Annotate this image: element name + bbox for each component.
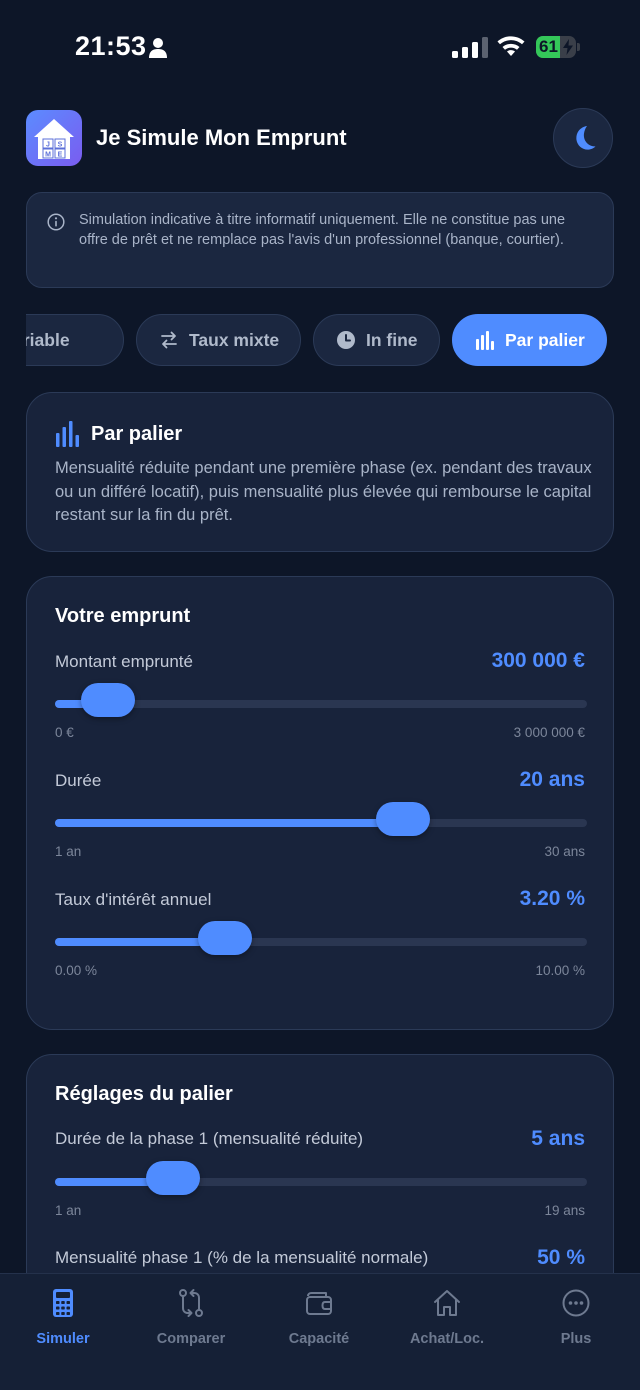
duration-slider-thumb[interactable]	[376, 802, 431, 836]
phase1-duration-label: Durée de la phase 1 (mensualité réduite)	[55, 1129, 364, 1148]
logo-letter: J	[46, 142, 50, 149]
nav-capacite[interactable]: Capacité	[264, 1288, 374, 1347]
tab-taux-mixte[interactable]: Taux mixte	[136, 314, 301, 366]
house-logo-icon: J S M E	[34, 119, 74, 159]
nav-achat-loc[interactable]: Achat/Loc.	[392, 1288, 502, 1347]
app-screen: 21:53 61 J S M E Je Simule Mon Emprunt S…	[0, 0, 640, 1390]
disclaimer-text: Simulation indicative à titre informatif…	[79, 212, 566, 248]
tab-label: In fine	[366, 329, 418, 350]
status-bar: 21:53 61	[0, 0, 640, 96]
tab-taux-variable[interactable]: Taux variable	[26, 314, 124, 366]
rate-label: Taux d'intérêt annuel	[55, 890, 212, 909]
tab-par-palier[interactable]: Par palier	[452, 314, 607, 366]
info-icon	[47, 213, 65, 231]
amount-max: 3 000 000 €	[513, 725, 585, 740]
phase1-duration-slider[interactable]	[55, 1161, 587, 1195]
rate-min: 0.00 %	[55, 963, 98, 978]
nav-simuler[interactable]: Simuler	[8, 1288, 118, 1347]
phase1-duration-min: 1 an	[55, 1203, 82, 1218]
duration-value: 20 ans	[519, 768, 585, 791]
calculator-icon	[53, 1289, 73, 1317]
nav-label: Capacité	[288, 1331, 350, 1347]
rate-max: 10.00 %	[535, 963, 585, 978]
loan-type-tabs: Taux variable Taux mixte In fine Par p	[26, 314, 614, 366]
tier-card-title: Réglages du palier	[55, 1083, 233, 1105]
duration-label: Durée	[55, 771, 102, 790]
tab-label: Taux variable	[26, 329, 70, 350]
loan-card-title: Votre emprunt	[55, 605, 191, 627]
amount-label: Montant emprunté	[55, 652, 193, 671]
compare-icon	[179, 1289, 203, 1317]
app-title: Je Simule Mon Emprunt	[96, 125, 347, 150]
bottom-nav: Simuler Comparer Capacité Achat/Loc. Plu…	[0, 1273, 640, 1390]
charging-bolt-icon	[563, 39, 573, 55]
bar-chart-icon	[476, 331, 494, 350]
clock-icon	[337, 331, 355, 349]
amount-slider[interactable]	[55, 683, 587, 717]
phase1-duration-value: 5 ans	[531, 1127, 585, 1150]
duration-slider[interactable]	[55, 802, 587, 836]
person-icon	[149, 38, 167, 58]
phase1-payment-value: 50 %	[537, 1246, 585, 1269]
rate-slider-thumb[interactable]	[198, 921, 253, 955]
swap-icon	[161, 331, 177, 349]
moon-icon	[576, 126, 596, 150]
nav-comparer[interactable]: Comparer	[136, 1288, 246, 1347]
battery-indicator: 61	[536, 36, 580, 58]
duration-min: 1 an	[55, 844, 82, 859]
mode-title: Par palier	[91, 423, 183, 445]
logo-letter: S	[58, 142, 63, 149]
app-logo: J S M E	[26, 110, 82, 166]
tab-in-fine[interactable]: In fine	[313, 314, 440, 366]
disclaimer-banner: Simulation indicative à titre informatif…	[26, 192, 614, 288]
theme-toggle-button[interactable]	[553, 108, 613, 168]
nav-label: Comparer	[156, 1331, 226, 1347]
tab-label: Taux mixte	[189, 329, 280, 350]
rate-slider[interactable]	[55, 921, 587, 955]
battery-level: 61	[539, 37, 558, 56]
phase1-duration-max: 19 ans	[544, 1203, 585, 1218]
tab-label: Par palier	[505, 329, 585, 350]
home-icon	[434, 1290, 460, 1316]
logo-letter: E	[58, 152, 63, 159]
rate-value: 3.20 %	[519, 887, 585, 910]
phase1-payment-label: Mensualité phase 1 (% de la mensualité n…	[55, 1248, 429, 1267]
wallet-icon	[306, 1292, 332, 1315]
duration-max: 30 ans	[544, 844, 585, 859]
amount-min: 0 €	[55, 725, 74, 740]
mode-description: Mensualité réduite pendant une première …	[55, 459, 592, 524]
nav-plus[interactable]: Plus	[521, 1288, 631, 1347]
nav-label: Plus	[560, 1331, 592, 1347]
wifi-icon	[497, 36, 525, 56]
more-icon	[562, 1289, 590, 1317]
bar-chart-icon	[56, 421, 79, 447]
loan-card: Votre emprunt Montant emprunté 300 000 €…	[26, 576, 614, 1030]
amount-slider-thumb[interactable]	[81, 683, 136, 717]
logo-letter: M	[45, 152, 51, 159]
phase1-duration-slider-thumb[interactable]	[146, 1161, 201, 1195]
nav-label: Achat/Loc.	[409, 1331, 485, 1347]
amount-value: 300 000 €	[491, 649, 585, 672]
status-time: 21:53	[75, 31, 147, 61]
nav-label: Simuler	[36, 1331, 90, 1347]
mode-description-card: Par palier Mensualité réduite pendant un…	[26, 392, 614, 552]
signal-icon	[452, 37, 488, 58]
